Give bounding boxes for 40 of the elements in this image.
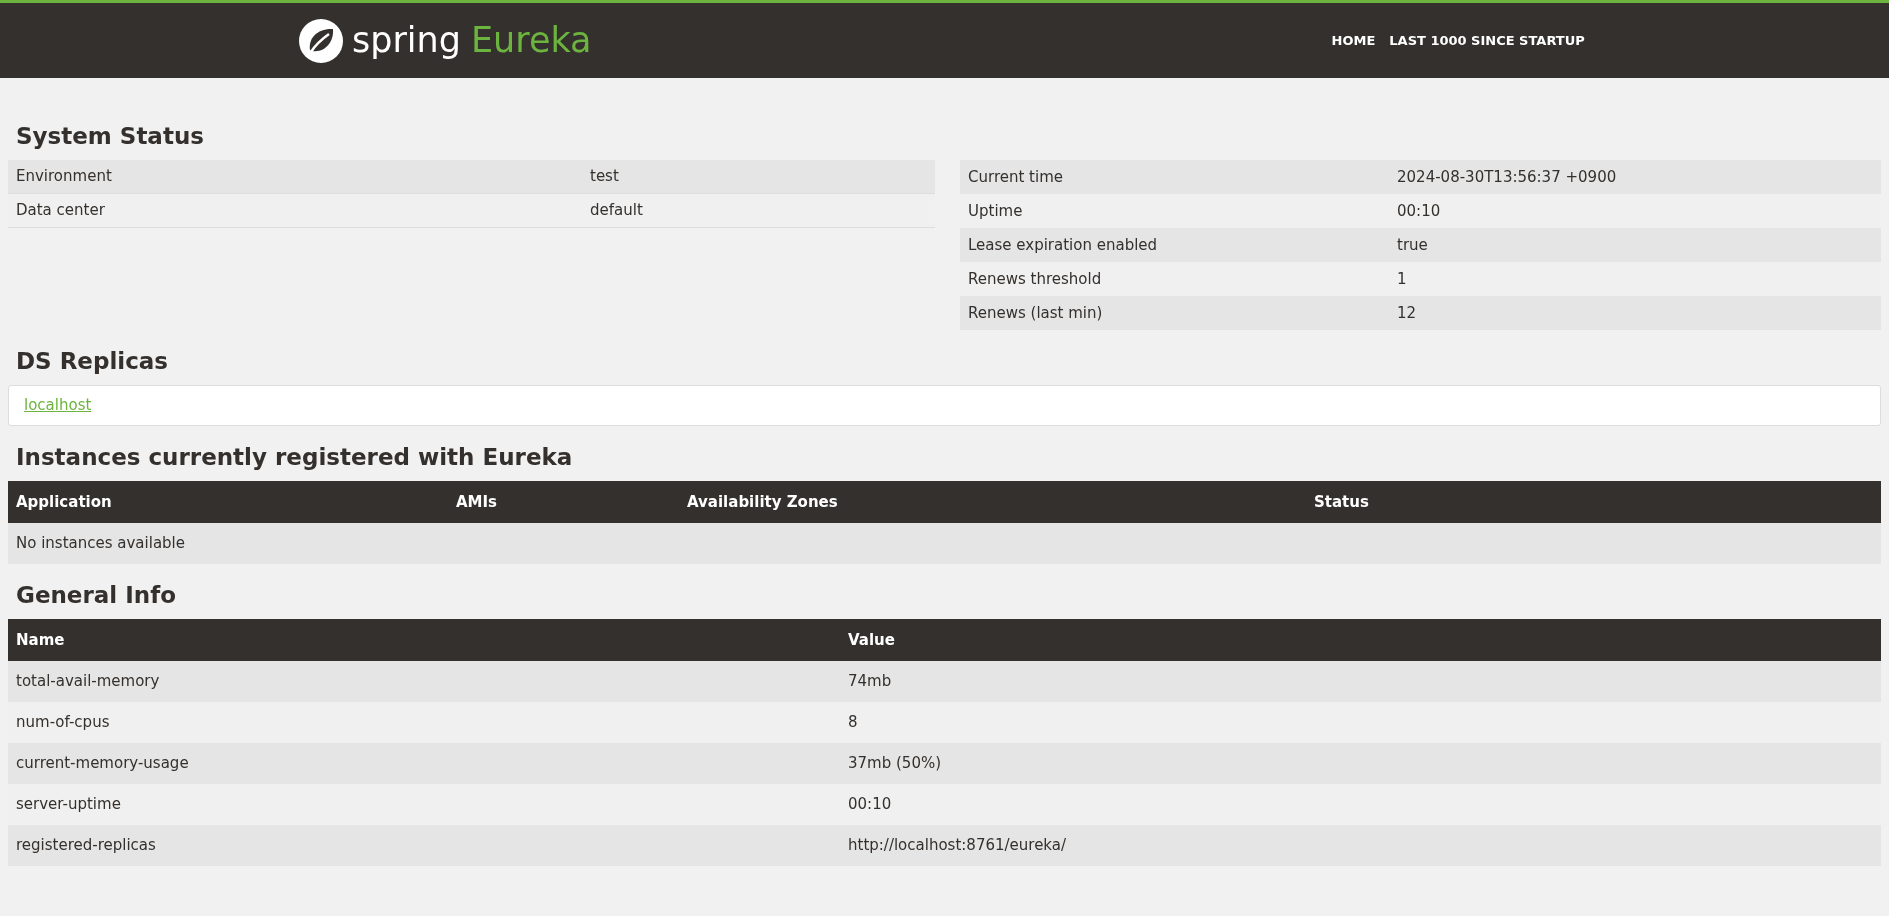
section-heading: System Status — [15, 122, 205, 151]
status-label: Data center — [15, 200, 106, 222]
table-cell: num-of-cpus — [16, 713, 110, 732]
status-label: Uptime — [967, 200, 1024, 222]
column-header: Availability Zones — [687, 492, 838, 511]
status-value: 00:10 — [1396, 200, 1442, 222]
section-heading: DS Replicas — [15, 347, 170, 376]
status-label: Current time — [967, 166, 1064, 188]
table-cell: total-avail-memory — [16, 672, 160, 691]
column-header: Value — [848, 630, 895, 649]
column-header: Status — [1314, 492, 1369, 511]
nav-link[interactable]: HOME — [1331, 30, 1376, 51]
nav-link[interactable]: LAST 1000 SINCE STARTUP — [1389, 30, 1585, 51]
status-value: 2024-08-30T13:56:37 +0900 — [1396, 166, 1618, 188]
logo-text: spring — [352, 23, 461, 58]
table-cell: registered-replicas — [16, 836, 156, 855]
table-cell: 8 — [848, 713, 858, 732]
status-value: 12 — [1396, 302, 1418, 324]
column-header: AMIs — [456, 492, 498, 511]
section-heading: Instances currently registered with Eureka — [15, 443, 574, 472]
table-cell: current-memory-usage — [16, 754, 189, 773]
empty-message: No instances available — [15, 533, 186, 555]
column-header: Name — [16, 630, 65, 649]
status-label: Lease expiration enabled — [967, 234, 1159, 256]
section-heading: General Info — [15, 581, 177, 610]
status-label: Renews (last min) — [967, 302, 1104, 324]
table-cell: 00:10 — [848, 795, 892, 814]
column-header: Application — [16, 492, 112, 511]
table-cell: 74mb — [848, 672, 892, 691]
status-label: Environment — [15, 166, 113, 188]
table-cell: 37mb (50%) — [848, 754, 942, 773]
status-value: 1 — [1396, 268, 1408, 290]
table-cell: server-uptime — [16, 795, 121, 814]
status-label: Renews threshold — [967, 268, 1103, 290]
table-cell: http://localhost:8761/eureka/ — [848, 836, 1067, 855]
leaf-logo-icon — [298, 17, 344, 64]
status-value: test — [589, 166, 620, 188]
status-value: default — [589, 200, 644, 222]
logo-product-text: Eureka — [470, 23, 592, 58]
status-value: true — [1396, 234, 1429, 256]
